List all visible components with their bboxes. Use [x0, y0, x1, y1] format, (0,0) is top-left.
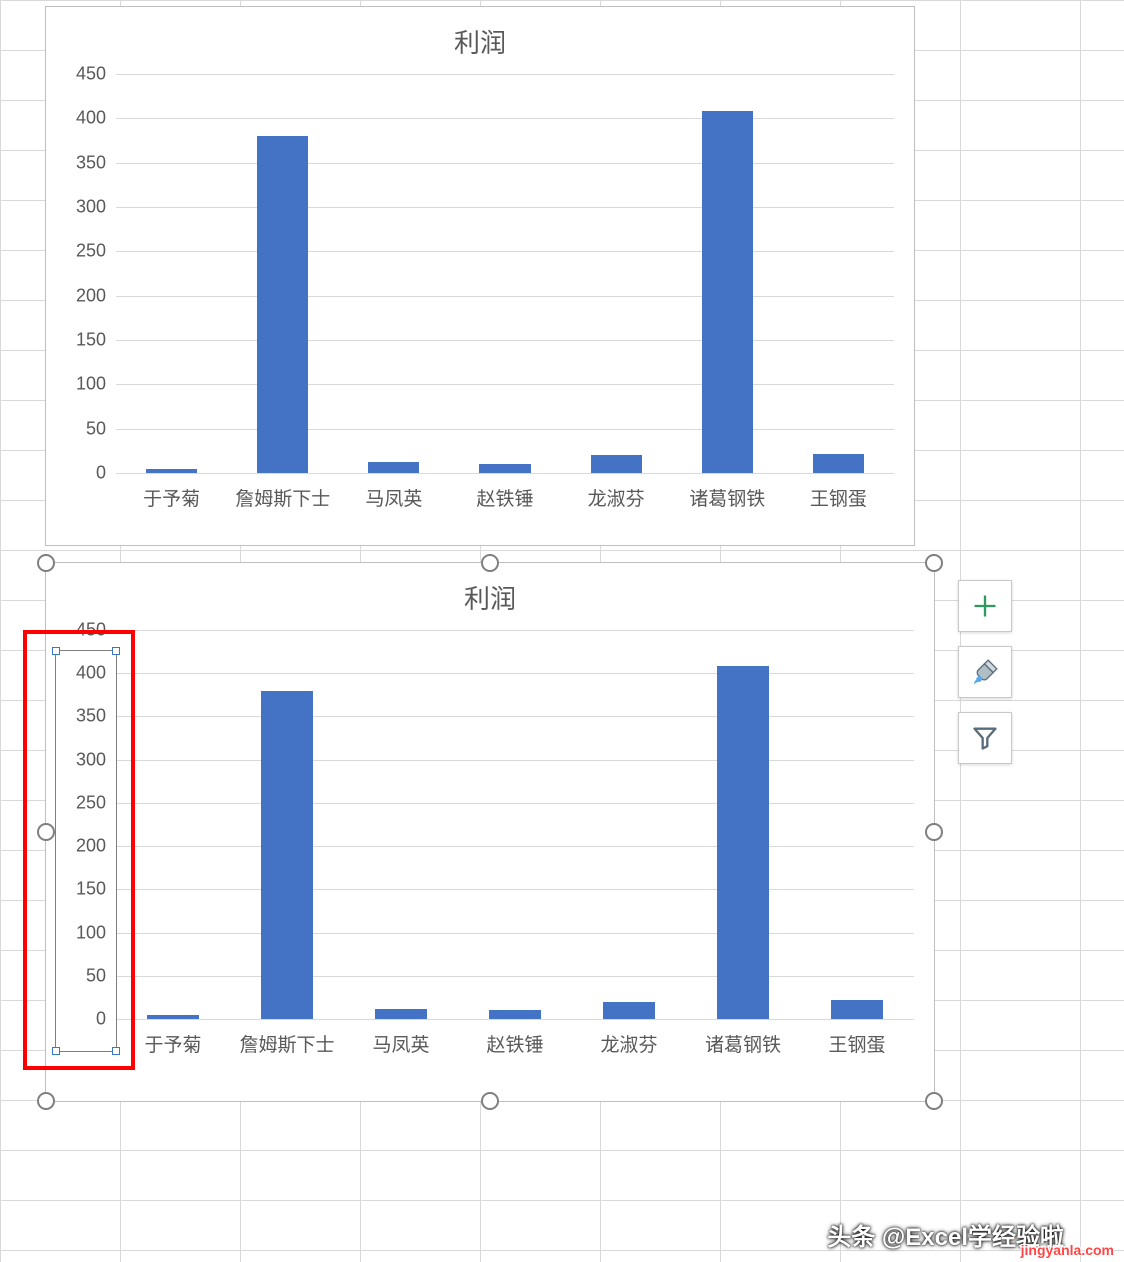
chart-bottom-selected[interactable]: 利润 050100150200250300350400450 于予菊詹姆斯下士马…	[45, 562, 935, 1102]
bar-slot	[230, 630, 344, 1019]
bar[interactable]	[702, 111, 753, 473]
y-axis-tick-label: 400	[76, 108, 106, 129]
x-axis-tick-label: 詹姆斯下士	[227, 484, 338, 511]
bar-slot	[800, 630, 914, 1019]
selection-handle[interactable]	[925, 823, 943, 841]
bar-slot	[672, 74, 783, 473]
axis-handle[interactable]	[112, 1047, 120, 1055]
x-axis-tick-label: 赵铁锤	[449, 484, 560, 511]
bar[interactable]	[603, 1002, 655, 1019]
bar-slot	[561, 74, 672, 473]
selection-handle[interactable]	[37, 554, 55, 572]
y-axis-tick-label: 100	[76, 374, 106, 395]
bar[interactable]	[375, 1009, 427, 1019]
y-axis-tick-label: 0	[96, 463, 106, 484]
y-axis-tick-label: 350	[76, 152, 106, 173]
x-axis-tick-label: 王钢蛋	[783, 484, 894, 511]
x-axis-tick-label: 于予菊	[116, 484, 227, 511]
bar[interactable]	[257, 136, 308, 473]
watermark-site: jingyanla.com	[1021, 1242, 1114, 1258]
bar-slot	[572, 630, 686, 1019]
chart-styles-button[interactable]	[958, 646, 1012, 698]
gridline	[116, 1019, 914, 1020]
x-axis-tick-label: 詹姆斯下士	[230, 1030, 344, 1057]
bar[interactable]	[146, 469, 197, 473]
chart-elements-button[interactable]	[958, 580, 1012, 632]
plot-area: 050100150200250300350400450	[116, 74, 894, 474]
bar-slot	[344, 630, 458, 1019]
selection-handle[interactable]	[925, 1092, 943, 1110]
bar-slot	[338, 74, 449, 473]
x-axis-tick-label: 龙淑芬	[561, 484, 672, 511]
y-axis-tick-label: 300	[76, 196, 106, 217]
plot-area: 050100150200250300350400450	[116, 630, 914, 1020]
paintbrush-icon	[970, 657, 1000, 687]
x-axis-tick-label: 马凤英	[338, 484, 449, 511]
selection-handle[interactable]	[925, 554, 943, 572]
y-axis-tick-label: 250	[76, 241, 106, 262]
chart-top[interactable]: 利润 050100150200250300350400450 于予菊詹姆斯下士马…	[45, 6, 915, 546]
funnel-icon	[971, 724, 999, 752]
y-axis-selection-highlight	[23, 630, 135, 1070]
bar-slot	[449, 74, 560, 473]
y-axis-tick-label: 150	[76, 329, 106, 350]
bar-slot	[686, 630, 800, 1019]
y-axis-tick-label: 200	[76, 285, 106, 306]
axis-handle[interactable]	[112, 647, 120, 655]
bars-container	[116, 630, 914, 1019]
bar-slot	[783, 74, 894, 473]
bar[interactable]	[368, 462, 419, 473]
selection-handle[interactable]	[481, 1092, 499, 1110]
x-axis-tick-label: 马凤英	[344, 1030, 458, 1057]
bars-container	[116, 74, 894, 473]
bar[interactable]	[489, 1010, 541, 1019]
bar[interactable]	[591, 455, 642, 473]
x-axis-tick-label: 赵铁锤	[458, 1030, 572, 1057]
bar-slot	[458, 630, 572, 1019]
y-axis-tick-label: 50	[86, 418, 106, 439]
bar[interactable]	[813, 454, 864, 474]
gridline	[116, 473, 894, 474]
axis-handle[interactable]	[52, 647, 60, 655]
axis-handle[interactable]	[52, 1047, 60, 1055]
x-axis-tick-label: 王钢蛋	[800, 1030, 914, 1057]
bar-slot	[227, 74, 338, 473]
x-axis-tick-label: 诸葛钢铁	[672, 484, 783, 511]
x-axis-tick-label: 龙淑芬	[572, 1030, 686, 1057]
chart-filter-button[interactable]	[958, 712, 1012, 764]
bar-slot	[116, 74, 227, 473]
x-axis-tick-label: 诸葛钢铁	[686, 1030, 800, 1057]
selection-handle[interactable]	[481, 554, 499, 572]
chart-title: 利润	[46, 7, 914, 66]
bar[interactable]	[479, 464, 530, 473]
plus-icon	[971, 592, 999, 620]
chart-side-tools	[958, 580, 1012, 764]
bar[interactable]	[717, 666, 769, 1019]
bar[interactable]	[147, 1015, 199, 1019]
bar[interactable]	[831, 1000, 883, 1019]
bar[interactable]	[261, 691, 313, 1019]
selection-handle[interactable]	[37, 1092, 55, 1110]
y-axis-tick-label: 450	[76, 64, 106, 85]
